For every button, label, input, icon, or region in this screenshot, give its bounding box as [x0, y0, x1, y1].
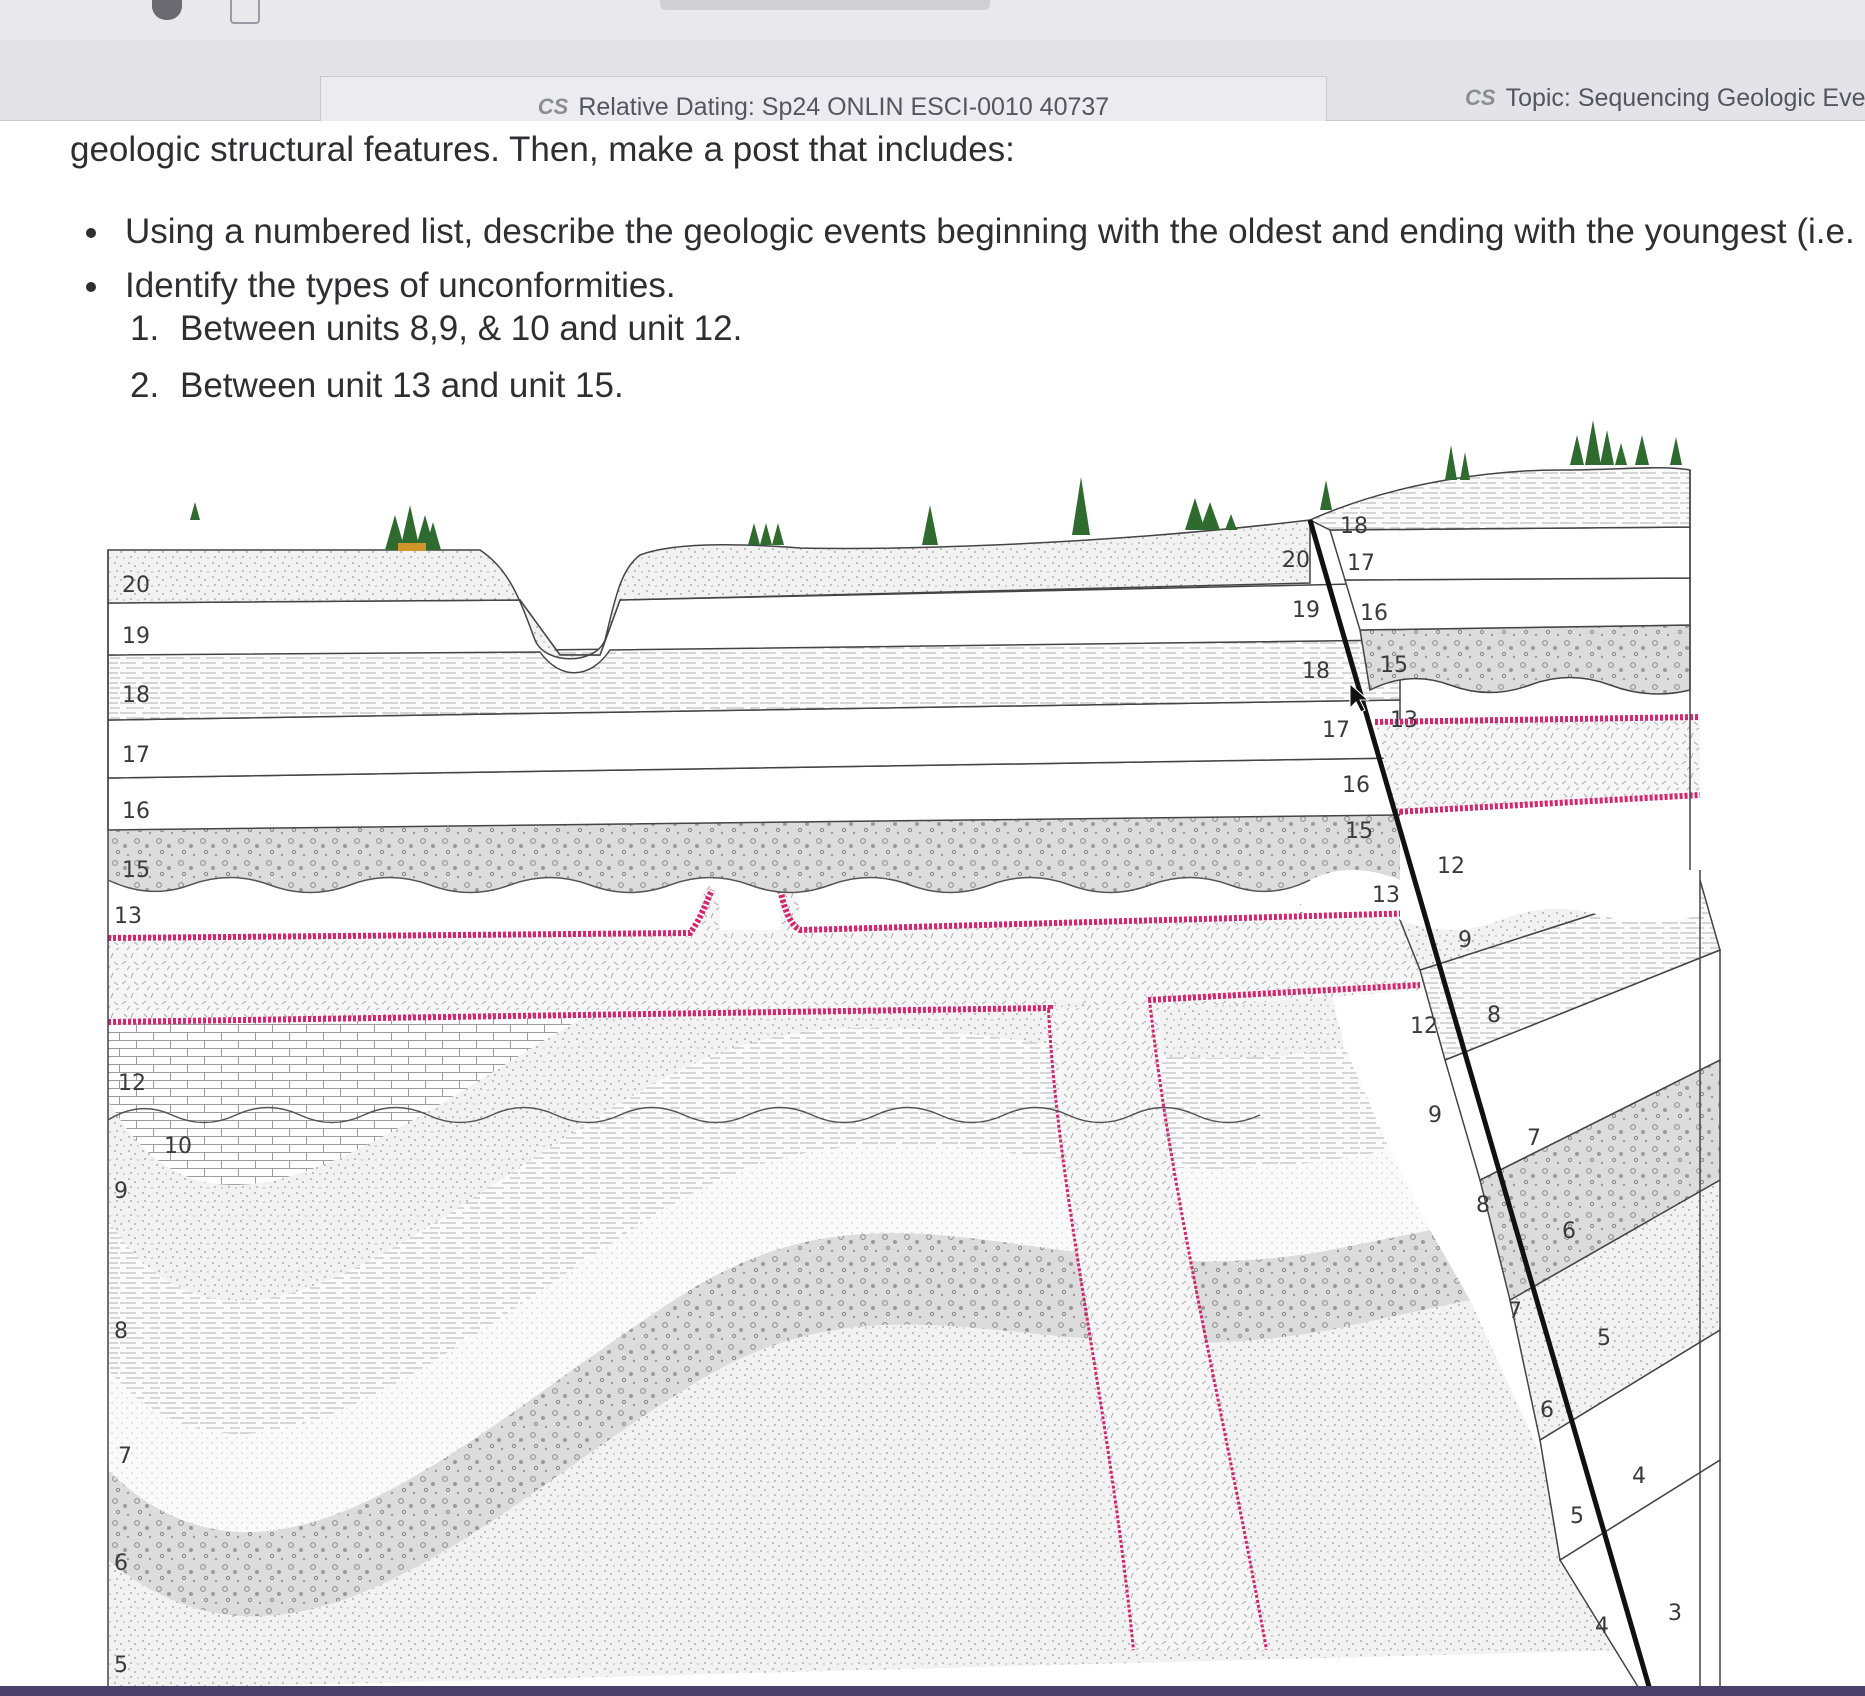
label-unit-20: 20	[122, 573, 150, 598]
label-unit-16: 16	[122, 799, 150, 824]
label-unit-15: 15	[1380, 653, 1408, 678]
tab-topic[interactable]: CS Topic: Sequencing Geologic Eve	[1455, 78, 1865, 118]
label-unit-18: 18	[1302, 659, 1330, 684]
label-unit-7: 7	[1508, 1299, 1522, 1324]
bullet-item: Using a numbered list, describe the geol…	[80, 205, 1865, 259]
label-unit-16: 16	[1342, 773, 1370, 798]
right-unit-16	[1343, 577, 1691, 631]
label-unit-6: 6	[114, 1551, 128, 1576]
shield-icon[interactable]	[152, 0, 182, 20]
label-unit-5: 5	[1570, 1504, 1584, 1529]
label-unit-4: 4	[1595, 1614, 1609, 1639]
tab-bar: CS Relative Dating: Sp24 ONLIN ESCI-0010…	[0, 40, 1865, 137]
label-unit-10: 10	[164, 1134, 192, 1159]
label-unit-8: 8	[114, 1319, 128, 1344]
list-number: 1.	[130, 309, 160, 348]
tree-icon	[748, 523, 784, 545]
taskbar-strip	[0, 1686, 1865, 1696]
geologic-cross-section: 20 19 18 17 16 15 13 12 10 9 8 7 6 5 20 …	[107, 420, 1721, 1690]
list-item: 1. Between units 8,9, & 10 and unit 12.	[130, 300, 742, 357]
label-unit-7: 7	[118, 1444, 132, 1469]
label-unit-5: 5	[1597, 1326, 1611, 1351]
tree-icon	[922, 505, 938, 545]
label-unit-17: 17	[1347, 551, 1375, 576]
label-unit-4: 4	[1632, 1464, 1646, 1489]
unconformity-list: 1. Between units 8,9, & 10 and unit 12. 2…	[130, 300, 742, 414]
label-unit-13: 13	[1372, 883, 1400, 908]
label-unit-6: 6	[1562, 1219, 1576, 1244]
browser-top-strip	[0, 0, 1865, 40]
tree-icon	[1320, 480, 1332, 510]
label-unit-13: 13	[1390, 708, 1418, 733]
label-unit-17: 17	[1322, 718, 1350, 743]
reader-icon[interactable]	[230, 0, 260, 24]
label-unit-9: 9	[1458, 928, 1472, 953]
label-unit-15: 15	[1345, 819, 1373, 844]
tree-icon	[1185, 498, 1237, 530]
label-unit-18: 18	[1340, 514, 1368, 539]
address-bar[interactable]	[660, 0, 990, 10]
label-unit-3: 3	[1668, 1601, 1682, 1626]
label-unit-20: 20	[1282, 548, 1310, 573]
canvas-icon: CS	[1465, 85, 1496, 110]
label-unit-9: 9	[114, 1179, 128, 1204]
instructions-bullets: Using a numbered list, describe the geol…	[80, 205, 1865, 313]
label-unit-12: 12	[1410, 1014, 1438, 1039]
label-unit-19: 19	[1292, 598, 1320, 623]
tab-title: Relative Dating: Sp24 ONLIN ESCI-0010 40…	[578, 92, 1110, 121]
label-unit-19: 19	[122, 624, 150, 649]
label-unit-6: 6	[1540, 1398, 1554, 1423]
label-unit-16: 16	[1360, 601, 1388, 626]
right-unit-17	[1328, 526, 1691, 581]
instructions-intro: geologic structural features. Then, make…	[70, 130, 1015, 169]
tree-icon	[1445, 445, 1470, 480]
label-unit-17: 17	[122, 743, 150, 768]
label-unit-12: 12	[118, 1071, 146, 1096]
tab-title: Topic: Sequencing Geologic Eve	[1505, 83, 1865, 112]
list-text: Between units 8,9, & 10 and unit 12.	[180, 309, 743, 348]
label-unit-7: 7	[1527, 1126, 1541, 1151]
left-block	[107, 519, 1630, 1690]
label-unit-18: 18	[122, 683, 150, 708]
tree-icon	[1570, 420, 1682, 465]
label-unit-8: 8	[1487, 1003, 1501, 1028]
tree-icon	[190, 502, 200, 520]
label-unit-9: 9	[1428, 1103, 1442, 1128]
label-unit-8: 8	[1476, 1193, 1490, 1218]
cabin-icon	[398, 543, 426, 551]
canvas-icon: CS	[537, 94, 569, 119]
tree-icon	[1072, 477, 1090, 535]
label-unit-15: 15	[122, 858, 150, 883]
label-unit-12: 12	[1437, 854, 1465, 879]
label-unit-5: 5	[114, 1653, 128, 1678]
label-unit-13: 13	[114, 904, 142, 929]
right-unit-15	[1359, 624, 1691, 695]
